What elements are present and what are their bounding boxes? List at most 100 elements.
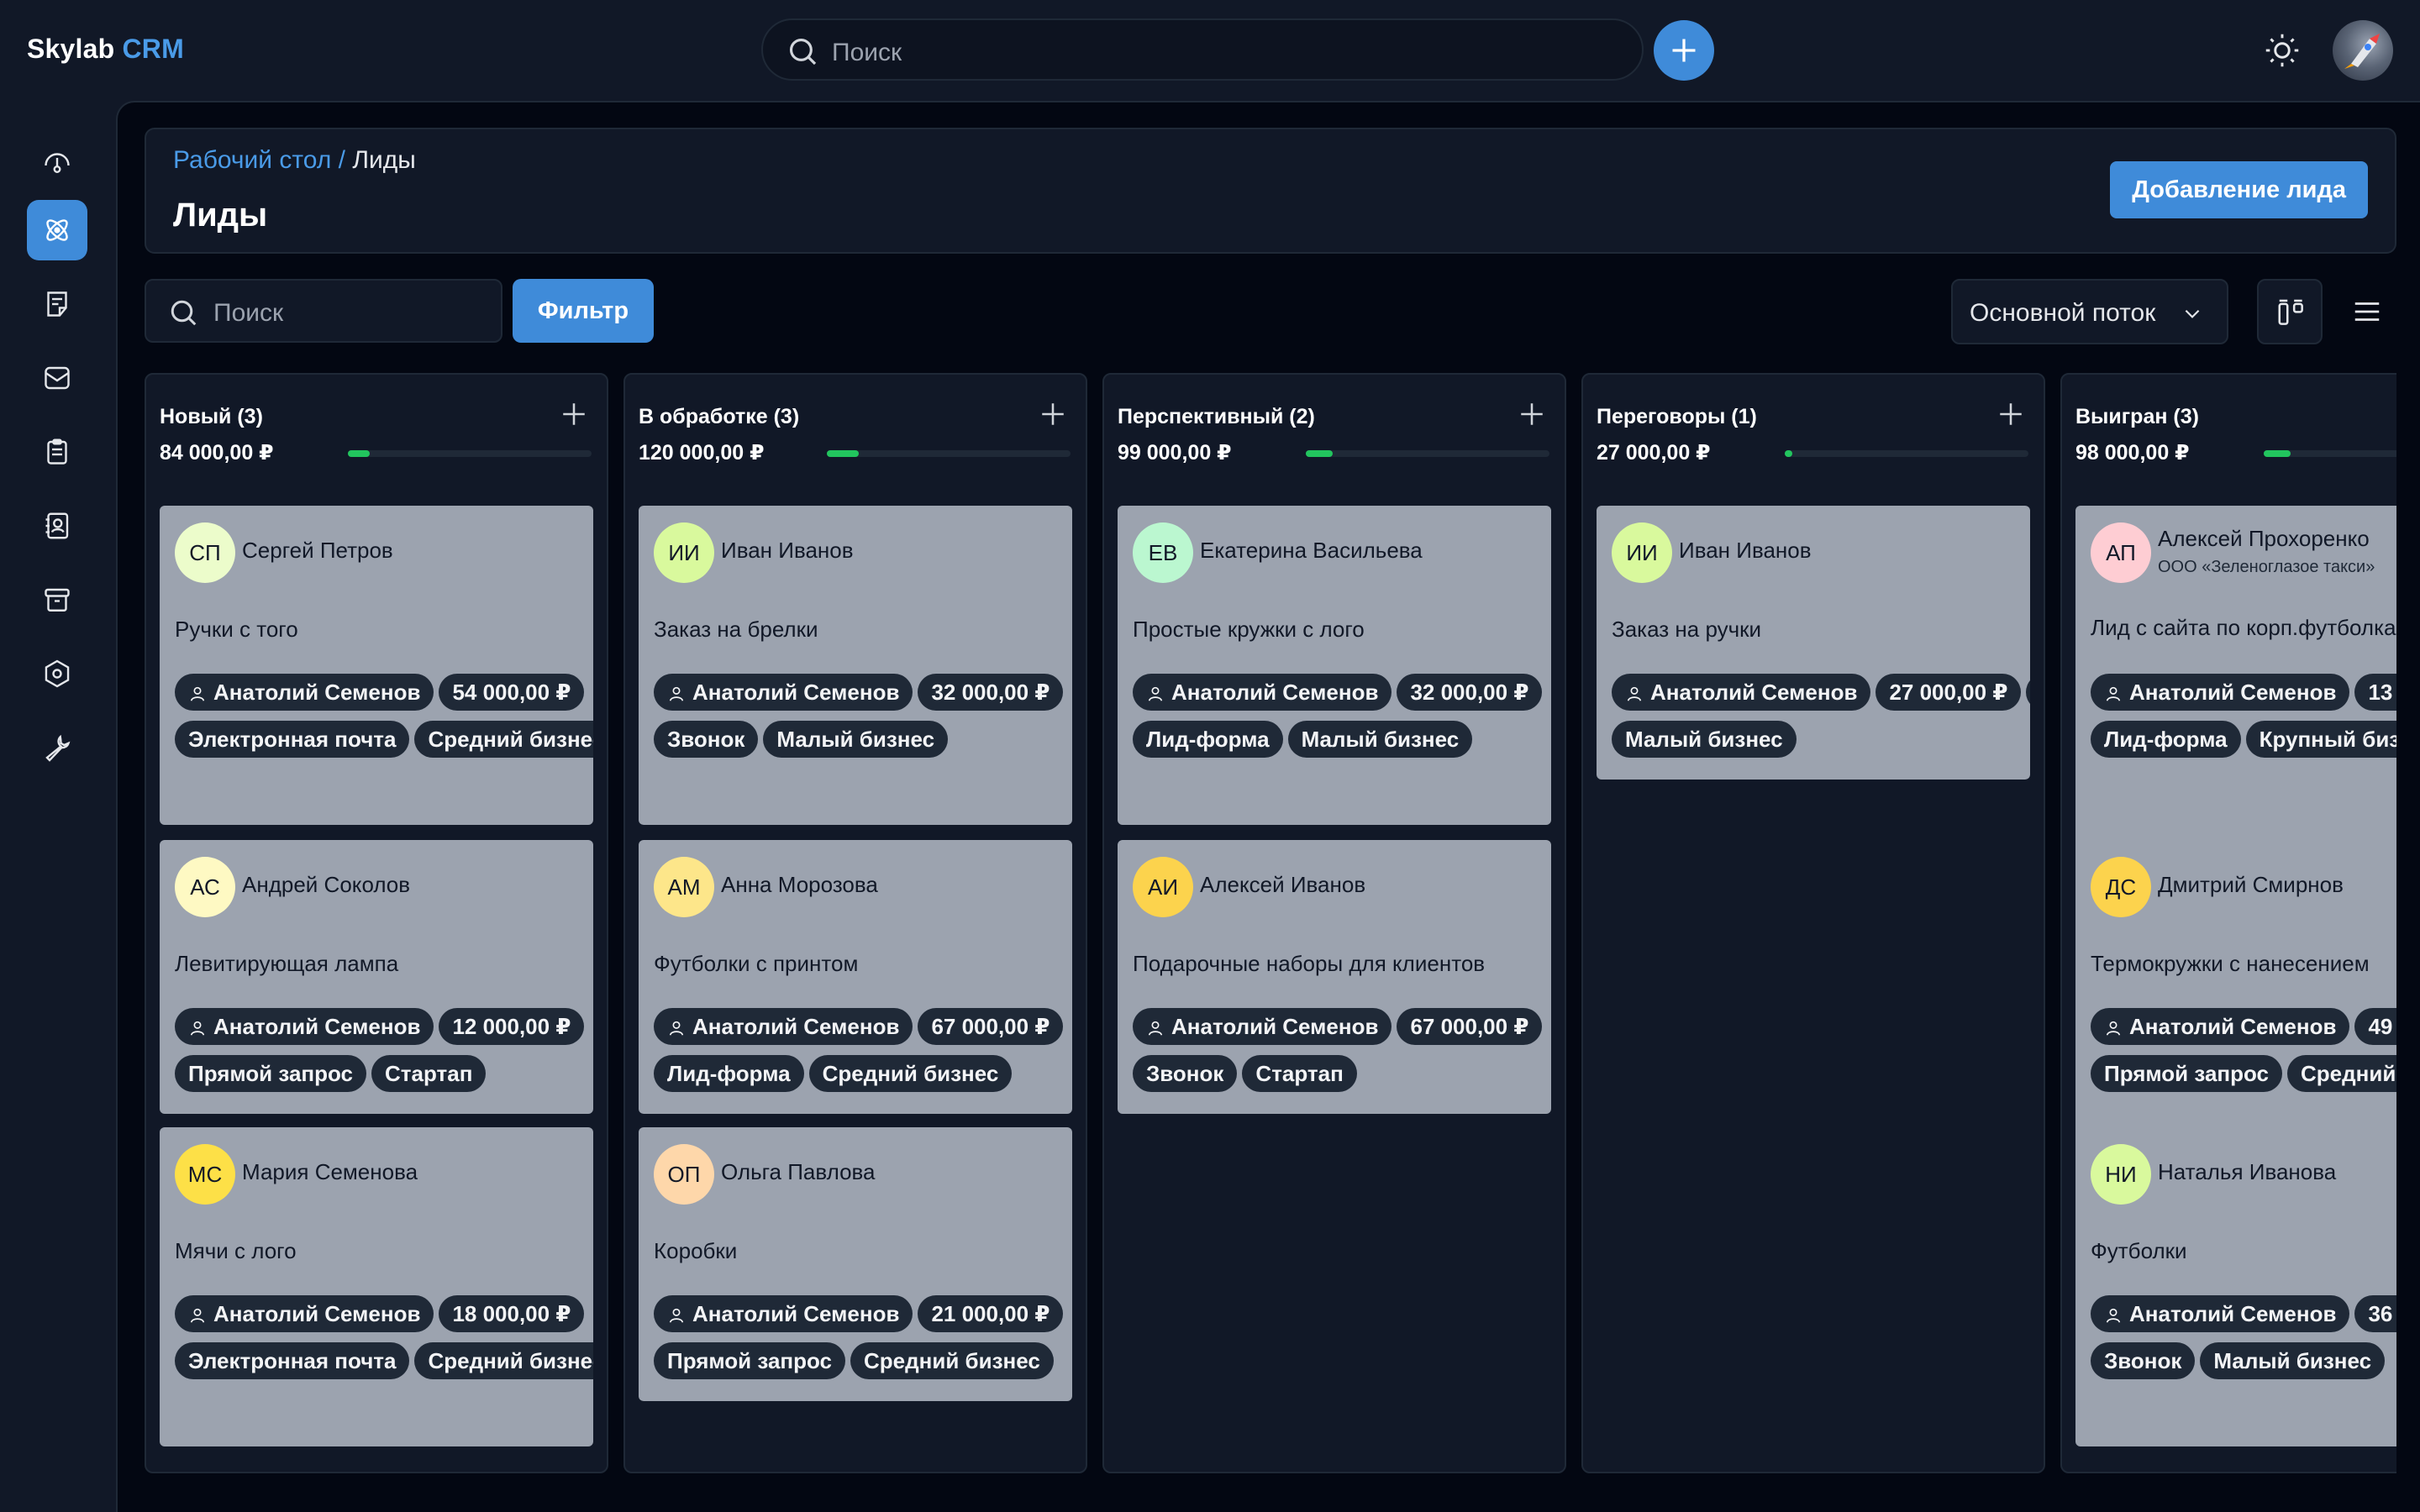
lead-tag: Лид-форма: [2091, 721, 2241, 758]
add-lead-button[interactable]: Добавление лида: [2110, 161, 2368, 218]
lead-title: Термокружки с нанесением: [2091, 951, 2370, 976]
lead-avatar: СП: [175, 522, 235, 583]
tag-label: 27 000,00 ₽: [1889, 680, 2008, 705]
lead-contact-name: Анна Морозова: [721, 872, 878, 897]
sidebar-item-leads[interactable]: [27, 200, 87, 260]
filter-button[interactable]: Фильтр: [513, 279, 654, 343]
lead-tag: Лид-форма: [1133, 721, 1283, 758]
tag-label: Малый бизнес: [2213, 1348, 2372, 1373]
tag-label: Анатолий Семенов: [2129, 1301, 2337, 1326]
sidebar-item-archive[interactable]: [27, 570, 87, 630]
lead-tags: Анатолий Семенов 54 000,00 ₽ Электронная п…: [175, 674, 593, 768]
lead-card[interactable]: ИИ Иван Иванов Заказ на брелки Анатолий Сем…: [639, 506, 1072, 825]
user-avatar[interactable]: [2333, 20, 2393, 81]
lead-title: Левитирующая лампа: [175, 951, 399, 976]
flow-select[interactable]: Основной поток: [1951, 279, 2228, 344]
lead-tag: Электронная почта: [175, 1342, 410, 1379]
column-sum: 98 000,00 ₽: [2075, 441, 2190, 465]
tag-label: Средний бизнес: [822, 1061, 999, 1086]
lead-owner-tag: Анатолий Семенов: [1133, 1008, 1392, 1045]
lead-card[interactable]: МС Мария Семенова Мячи с лого Анатолий Семе…: [160, 1127, 593, 1446]
column-add-button[interactable]: [1039, 400, 1067, 433]
sidebar-item-inbox[interactable]: [27, 348, 87, 408]
lead-tags: Анатолий Семенов 32 000,00 ₽ Лид-форма Малы…: [1133, 674, 1551, 768]
column-add-button[interactable]: [1518, 400, 1546, 433]
lead-card[interactable]: АП Алексей Прохоренко ООО «Зеленоглазое та…: [2075, 506, 2396, 872]
tag-label: Анатолий Семенов: [1171, 1014, 1379, 1039]
user-icon: [669, 1021, 684, 1036]
tag-label: 21 000,00 ₽: [931, 1301, 1050, 1326]
lead-card[interactable]: ЕВ Екатерина Васильева Простые кружки с ло…: [1118, 506, 1551, 825]
user-icon: [2106, 686, 2121, 701]
lead-card[interactable]: ОП Ольга Павлова Коробки Анатолий Семенов 21…: [639, 1127, 1072, 1401]
lead-tag: Прямой запрос: [2091, 1055, 2283, 1092]
app-root: Skylab CRM Поиск Рабочий стол / Лиды Лид…: [0, 0, 2420, 1512]
tag-label: Анатолий Семенов: [213, 680, 421, 705]
lead-card[interactable]: АМ Анна Морозова Футболки с принтом Анатоли…: [639, 840, 1072, 1114]
breadcrumb: Рабочий стол / Лиды: [173, 146, 416, 175]
tag-label: Прямой запрос: [188, 1061, 354, 1086]
lead-card[interactable]: АИ Алексей Иванов Подарочные наборы для кл…: [1118, 840, 1551, 1114]
sidebar-item-settings[interactable]: [27, 643, 87, 704]
lead-tag: Малый бизнес: [763, 721, 949, 758]
column-add-button[interactable]: [1996, 400, 2025, 433]
clipboard-icon: [47, 438, 67, 465]
notes-icon: [47, 291, 67, 317]
tag-label: Анатолий Семенов: [692, 1014, 900, 1039]
kanban-column: Новый (3) 84 000,00 ₽ СП Сергей Петров Ручки…: [145, 373, 608, 1473]
lead-tag: Малый бизнес: [2200, 1342, 2386, 1379]
global-add-button[interactable]: [1654, 20, 1714, 81]
leads-search-input[interactable]: Поиск: [145, 279, 502, 343]
user-icon: [2106, 1021, 2121, 1036]
lead-tags: Анатолий Семенов 21 000,00 ₽ Прямой запрос…: [654, 1295, 1072, 1389]
sidebar-item-notes[interactable]: [27, 274, 87, 334]
lead-tags: Анатолий Семенов 67 000,00 ₽ Лид-форма Сред…: [654, 1008, 1072, 1102]
archive-icon: [45, 588, 70, 612]
lead-title: Заказ на ручки: [1612, 617, 1762, 642]
lead-owner-tag: Анатолий Семенов: [2091, 1295, 2350, 1332]
lead-contact-name: Алексей Иванов: [1200, 872, 1366, 897]
kanban-view-button[interactable]: [2257, 279, 2323, 344]
column-add-button[interactable]: [560, 400, 588, 433]
sidebar-item-tasks[interactable]: [27, 422, 87, 482]
main-content: Рабочий стол / Лиды Лиды Добавление лида…: [116, 101, 2420, 1512]
lead-tag: Средний бизнес: [808, 1055, 1013, 1092]
lead-tag: Средний бизнес: [2287, 1055, 2396, 1092]
column-progress-fill: [348, 450, 371, 457]
lead-avatar: ДС: [2091, 857, 2151, 917]
lead-card[interactable]: НИ Наталья Иванова Футболки Анатолий Семено…: [2075, 1127, 2396, 1446]
column-sum: 99 000,00 ₽: [1118, 441, 1232, 465]
lead-card[interactable]: СП Сергей Петров Ручки с того Анатолий Семе…: [160, 506, 593, 825]
tag-label: Средний бизнес: [428, 727, 593, 752]
sidebar-item-dashboard[interactable]: [27, 133, 87, 193]
tag-label: Малый бизнес: [1301, 727, 1460, 752]
tag-label: Средний бизнес: [864, 1348, 1040, 1373]
lead-tag: Звонок: [1133, 1055, 1238, 1092]
sidebar-item-contacts[interactable]: [27, 496, 87, 556]
lead-title: Простые кружки с лого: [1133, 617, 1365, 642]
breadcrumb-link-desktop[interactable]: Рабочий стол: [173, 146, 331, 174]
theme-toggle-button[interactable]: [2264, 32, 2301, 73]
lead-tag: Прямой запрос: [175, 1055, 367, 1092]
list-view-button[interactable]: [2336, 281, 2398, 343]
sidebar-item-tools[interactable]: [27, 717, 87, 778]
column-progress-bar: [348, 450, 592, 457]
user-icon: [190, 1021, 205, 1036]
inbox-icon: [45, 366, 70, 390]
lead-amount-tag: 67 000,00 ₽: [918, 1008, 1064, 1045]
tag-label: Звонок: [1146, 1061, 1224, 1086]
user-icon: [1148, 1021, 1163, 1036]
app-logo[interactable]: Skylab CRM: [27, 34, 184, 65]
user-icon: [2106, 1308, 2121, 1323]
lead-card[interactable]: ИИ Иван Иванов Заказ на ручки Анатолий Семе…: [1597, 506, 2030, 780]
tag-label: 32 000,00 ₽: [931, 680, 1050, 705]
lead-owner-tag: Анатолий Семенов: [175, 1295, 434, 1332]
plus-icon: [1521, 403, 1543, 425]
lead-contact-name: Наталья Иванова: [2158, 1159, 2337, 1184]
lead-card[interactable]: ДС Дмитрий Смирнов Термокружки с нанесение…: [2075, 840, 2396, 1159]
lead-card[interactable]: АС Андрей Соколов Левитирующая лампа Анатол…: [160, 840, 593, 1114]
lead-title: Мячи с лого: [175, 1238, 297, 1263]
global-search-input[interactable]: Поиск: [761, 18, 1644, 81]
lead-title: Футболки: [2091, 1238, 2187, 1263]
lead-owner-tag: Анатолий Семенов: [1612, 674, 1871, 711]
